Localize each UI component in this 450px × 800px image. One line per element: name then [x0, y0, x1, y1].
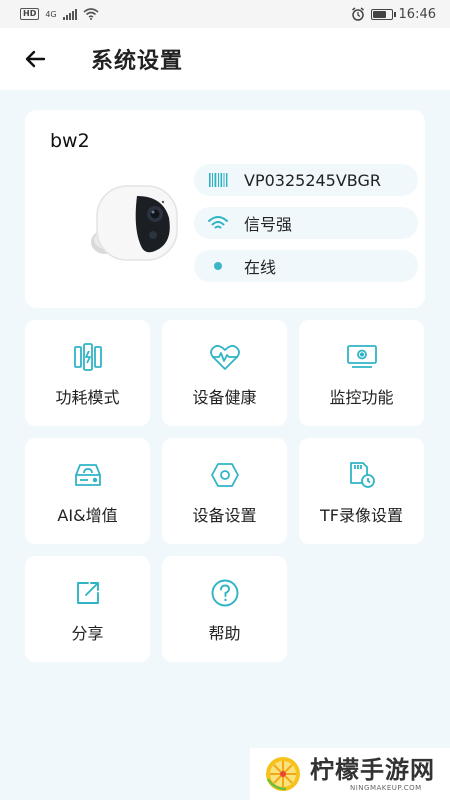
- tile-help[interactable]: 帮助: [162, 556, 287, 662]
- heart-pulse-icon: [209, 342, 241, 372]
- tile-label: 帮助: [208, 624, 241, 643]
- cell-signal-icon: [62, 8, 77, 20]
- page-title: 系统设置: [91, 49, 184, 74]
- status-right: 16:46: [351, 7, 436, 22]
- watermark-subtitle: NINGMAKEUP.COM: [350, 784, 422, 792]
- watermark-text: 柠檬手游网 NINGMAKEUP.COM: [310, 756, 435, 792]
- alarm-icon: [351, 7, 364, 21]
- tile-ai-value-added[interactable]: AI&增值: [25, 438, 150, 544]
- power-mode-icon: [72, 342, 104, 372]
- tile-label: 监控功能: [329, 388, 394, 407]
- watermark: 柠檬手游网 NINGMAKEUP.COM: [250, 748, 450, 800]
- watermark-title: 柠檬手游网: [310, 756, 435, 784]
- sd-card-icon: [346, 460, 378, 490]
- tile-share[interactable]: 分享: [25, 556, 150, 662]
- device-status: 在线: [244, 258, 277, 277]
- tile-monitor[interactable]: 监控功能: [299, 320, 424, 426]
- status-left: HD 4G: [20, 8, 99, 20]
- share-icon: [72, 578, 104, 608]
- tile-label: AI&增值: [57, 506, 118, 525]
- tile-device-settings[interactable]: 设备设置: [162, 438, 287, 544]
- tile-label: 功耗模式: [55, 388, 120, 407]
- back-button[interactable]: [17, 41, 53, 77]
- wifi-icon: [206, 215, 230, 231]
- arrow-left-icon: [25, 50, 46, 68]
- battery-icon: [370, 8, 396, 20]
- camera-image: [91, 185, 178, 261]
- network-type: 4G: [45, 9, 57, 19]
- tile-label: TF录像设置: [320, 506, 403, 525]
- monitor-icon: [346, 342, 378, 372]
- device-name: bw2: [50, 130, 90, 152]
- barcode-icon: [206, 172, 230, 188]
- signal-pill: 信号强: [194, 207, 418, 239]
- serial-pill: VP0325245VBGR: [194, 164, 418, 196]
- online-dot-icon: [206, 261, 230, 271]
- hd-badge: HD: [20, 8, 40, 20]
- status-time: 16:46: [398, 6, 436, 22]
- tile-tf-recording[interactable]: TF录像设置: [299, 438, 424, 544]
- wifi-status-icon: [83, 8, 99, 20]
- tile-power-mode[interactable]: 功耗模式: [25, 320, 150, 426]
- help-icon: [209, 578, 241, 608]
- tile-label: 设备设置: [192, 506, 257, 525]
- device-card: bw2 VP0325245VBGR 信号强 在线: [25, 110, 425, 308]
- tile-label: 分享: [71, 624, 104, 643]
- device-serial: VP0325245VBGR: [244, 170, 382, 190]
- battery-fill: [372, 10, 386, 18]
- status-bar: HD 4G 16:46: [0, 0, 450, 28]
- status-pill: 在线: [194, 250, 418, 282]
- tile-device-health[interactable]: 设备健康: [162, 320, 287, 426]
- app-header: 系统设置: [0, 28, 450, 90]
- function-grid: 功耗模式 设备健康 监控功能 AI&增值 设备设置 TF录像设置 分享 帮助: [25, 320, 425, 662]
- tile-label: 设备健康: [192, 388, 257, 407]
- cloud-storage-icon: [72, 460, 104, 490]
- settings-hex-icon: [209, 460, 241, 490]
- device-signal: 信号强: [244, 215, 293, 234]
- lemon-logo-icon: [266, 757, 300, 791]
